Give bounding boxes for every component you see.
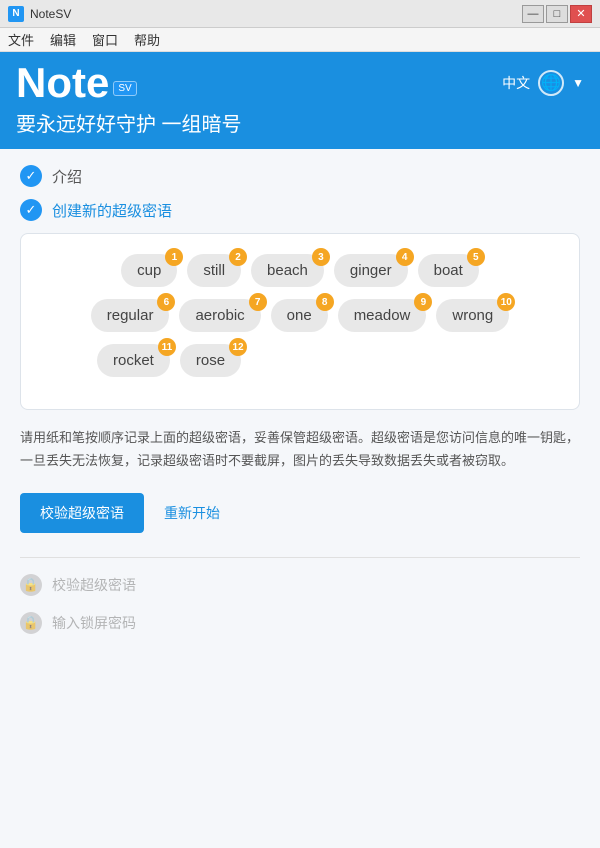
step-1-label: 介绍 xyxy=(52,166,82,187)
word-badge-8: 8 xyxy=(316,293,334,311)
word-chip-one: one 8 xyxy=(271,299,328,332)
word-badge-5: 5 xyxy=(467,248,485,266)
close-button[interactable]: ✕ xyxy=(570,5,592,23)
word-chip-rose: rose 12 xyxy=(180,344,241,377)
button-row: 校验超级密语 重新开始 xyxy=(20,493,580,533)
word-chip-meadow: meadow 9 xyxy=(338,299,427,332)
description-text: 请用纸和笔按顺序记录上面的超级密语，妥善保管超级密语。超级密语是您访问信息的唯一… xyxy=(20,426,580,473)
divider xyxy=(20,557,580,558)
app-header: Note SV 中文 🌐 ▼ 要永远好好守护 一组暗号 xyxy=(0,52,600,149)
maximize-button[interactable]: □ xyxy=(546,5,568,23)
step-1-icon: ✓ xyxy=(20,165,42,187)
bottom-step-3: 🔒 校验超级密语 xyxy=(20,574,580,596)
word-badge-10: 10 xyxy=(497,293,515,311)
step-2-icon: ✓ xyxy=(20,199,42,221)
title-text: NoteSV xyxy=(30,7,71,21)
header-right: 中文 🌐 ▼ xyxy=(502,70,584,96)
minimize-button[interactable]: — xyxy=(522,5,544,23)
bottom-step-4: 🔒 输入锁屏密码 xyxy=(20,612,580,634)
bottom-step-4-label: 输入锁屏密码 xyxy=(52,613,136,633)
word-badge-11: 11 xyxy=(158,338,176,356)
menu-help[interactable]: 帮助 xyxy=(134,30,160,49)
word-chip-boat: boat 5 xyxy=(418,254,479,287)
word-chip-beach: beach 3 xyxy=(251,254,324,287)
bottom-step-3-label: 校验超级密语 xyxy=(52,575,136,595)
word-chip-aerobic: aerobic 7 xyxy=(179,299,260,332)
word-row-1: cup 1 still 2 beach 3 ginger 4 boat 5 xyxy=(37,254,563,287)
word-badge-4: 4 xyxy=(396,248,414,266)
word-chip-wrong: wrong 10 xyxy=(436,299,509,332)
word-row-2: regular 6 aerobic 7 one 8 meadow 9 wrong… xyxy=(37,299,563,332)
main-content: ✓ 介绍 ✓ 创建新的超级密语 cup 1 still 2 beach 3 gi… xyxy=(0,149,600,848)
word-chip-regular: regular 6 xyxy=(91,299,170,332)
bottom-step-4-icon: 🔒 xyxy=(20,612,42,634)
menu-window[interactable]: 窗口 xyxy=(92,30,118,49)
globe-icon[interactable]: 🌐 xyxy=(538,70,564,96)
step-2-label: 创建新的超级密语 xyxy=(52,200,172,221)
verify-button[interactable]: 校验超级密语 xyxy=(20,493,144,533)
dropdown-arrow[interactable]: ▼ xyxy=(572,76,584,90)
menu-file[interactable]: 文件 xyxy=(8,30,34,49)
bottom-step-3-icon: 🔒 xyxy=(20,574,42,596)
word-badge-2: 2 xyxy=(229,248,247,266)
word-badge-3: 3 xyxy=(312,248,330,266)
sv-badge: SV xyxy=(113,81,136,96)
word-chip-rocket: rocket 11 xyxy=(97,344,170,377)
word-badge-6: 6 xyxy=(157,293,175,311)
word-chip-cup: cup 1 xyxy=(121,254,177,287)
menu-edit[interactable]: 编辑 xyxy=(50,30,76,49)
menu-bar: 文件 编辑 窗口 帮助 xyxy=(0,28,600,52)
word-badge-1: 1 xyxy=(165,248,183,266)
word-chip-ginger: ginger 4 xyxy=(334,254,408,287)
header-top: Note SV 中文 🌐 ▼ xyxy=(16,62,584,104)
step-1: ✓ 介绍 xyxy=(20,165,580,187)
lang-label[interactable]: 中文 xyxy=(502,73,530,93)
word-badge-12: 12 xyxy=(229,338,247,356)
app-logo: Note SV xyxy=(16,62,137,104)
title-bar-controls[interactable]: — □ ✕ xyxy=(522,5,592,23)
header-subtitle: 要永远好好守护 一组暗号 xyxy=(16,108,584,137)
word-badge-9: 9 xyxy=(414,293,432,311)
title-bar-left: N NoteSV xyxy=(8,6,71,22)
word-badge-7: 7 xyxy=(249,293,267,311)
word-cloud-box: cup 1 still 2 beach 3 ginger 4 boat 5 xyxy=(20,233,580,410)
app-icon: N xyxy=(8,6,24,22)
word-row-3: rocket 11 rose 12 xyxy=(37,344,563,377)
title-bar: N NoteSV — □ ✕ xyxy=(0,0,600,28)
logo-text: Note xyxy=(16,62,109,104)
step-2: ✓ 创建新的超级密语 xyxy=(20,199,580,221)
word-chip-still: still 2 xyxy=(187,254,241,287)
restart-button[interactable]: 重新开始 xyxy=(164,503,220,523)
